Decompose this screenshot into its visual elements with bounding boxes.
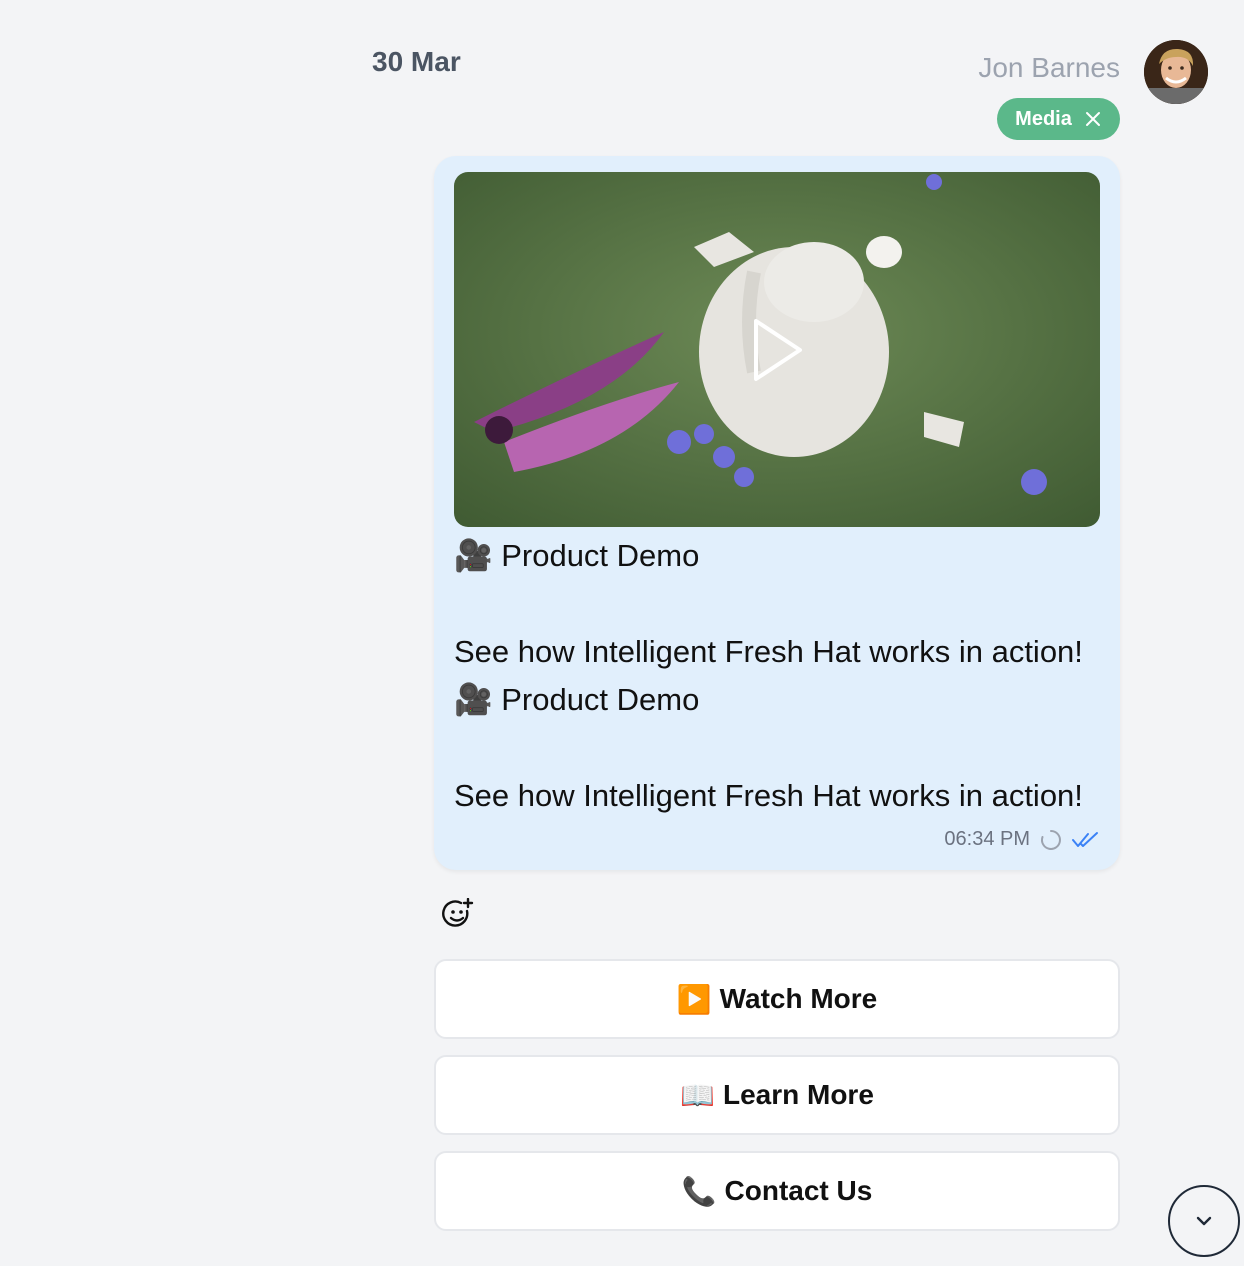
add-reaction-icon[interactable]	[442, 897, 474, 930]
chevron-down-icon	[1196, 1216, 1212, 1226]
scroll-to-bottom-button[interactable]	[1168, 1185, 1240, 1257]
learn-more-button[interactable]: 📖 Learn More	[434, 1055, 1120, 1135]
double-check-icon	[1072, 831, 1098, 847]
button-label: Contact Us	[724, 1175, 873, 1206]
button-label: Learn More	[722, 1079, 874, 1110]
message-meta: 06:34 PM	[944, 828, 1100, 851]
badge-label: Media	[1015, 107, 1072, 130]
date-separator: 30 Mar	[372, 46, 461, 77]
play-icon[interactable]	[750, 317, 806, 383]
media-filter-badge[interactable]: Media	[997, 98, 1120, 140]
message-bubble: 🎥 Product Demo See how Intelligent Fresh…	[434, 156, 1120, 870]
avatar[interactable]	[1144, 40, 1208, 104]
phone-icon: 📞	[681, 1175, 717, 1207]
loading-spinner-icon	[1041, 829, 1061, 850]
video-player[interactable]	[454, 172, 1100, 527]
message-time: 06:34 PM	[944, 828, 1030, 850]
contact-us-button[interactable]: 📞 Contact Us	[434, 1151, 1120, 1231]
book-icon: 📖	[680, 1079, 715, 1111]
sender-name: Jon Barnes	[978, 52, 1120, 83]
play-button-icon: ▶️	[676, 983, 712, 1015]
message-text: 🎥 Product Demo See how Intelligent Fresh…	[454, 538, 1083, 813]
close-icon[interactable]	[1084, 110, 1102, 128]
button-label: Watch More	[719, 983, 878, 1014]
chat-page: 30 Mar Jon Barnes Media 🎥 Product Demo S…	[0, 0, 1244, 1266]
watch-more-button[interactable]: ▶️ Watch More	[434, 959, 1120, 1039]
